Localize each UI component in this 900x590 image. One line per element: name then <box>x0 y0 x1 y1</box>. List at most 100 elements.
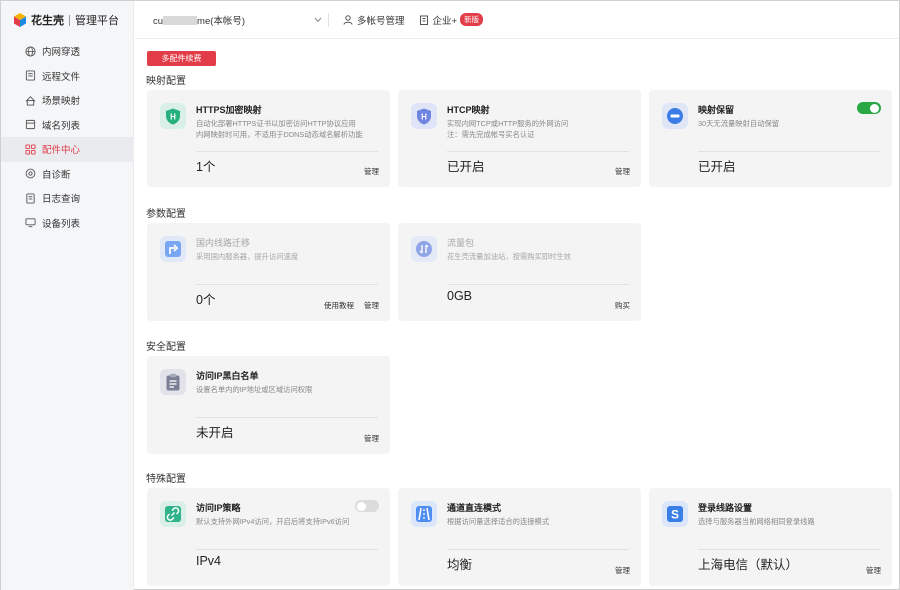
diagnose-icon <box>25 168 36 179</box>
sidebar-item-label: 日志查询 <box>42 194 81 206</box>
sidebar: 花生壳 管理平台 内网穿透 远程文件 场景映射 域名列表 配件中心 自诊断 日志… <box>1 1 134 590</box>
tutorial-link[interactable]: 使用教程 <box>324 300 354 311</box>
road-icon <box>411 501 437 527</box>
traffic-icon <box>411 236 437 262</box>
card-title: 国内线路迁移 <box>196 238 251 248</box>
clipboard-icon <box>160 369 186 395</box>
account-selector[interactable]: cu me(本帐号) <box>153 12 329 27</box>
sidebar-item-remote-files[interactable]: 远程文件 <box>1 64 133 89</box>
manage-link[interactable]: 管理 <box>364 300 379 311</box>
card-domestic-line: 国内线路迁移 采用国内服务器，提升访问速度 0个 使用教程 管理 <box>147 223 390 321</box>
sidebar-item-label: 自诊断 <box>42 169 71 181</box>
card-desc: 30天无流量映射自动保留 <box>698 119 780 128</box>
card-desc: 默认支持外网IPv4访问，开启后将支持IPv6访问 <box>196 517 350 526</box>
globe-icon <box>25 46 36 57</box>
manage-link[interactable]: 管理 <box>866 565 881 576</box>
card-value: 0GB <box>447 289 473 303</box>
card-divider <box>447 284 629 285</box>
card-divider <box>698 549 880 550</box>
card-divider <box>447 549 629 550</box>
card-login-line: S 登录线路设置 选择与服务器当前网络相同登录线路 上海电信（默认） 管理 <box>649 488 892 586</box>
route-arrow-icon <box>160 236 186 262</box>
svg-text:H: H <box>170 112 176 121</box>
sidebar-item-label: 配件中心 <box>42 145 81 157</box>
bulk-renew-button[interactable]: 多配件续费 <box>147 51 216 66</box>
manage-link[interactable]: 管理 <box>364 433 379 444</box>
manage-link[interactable]: 管理 <box>615 166 630 177</box>
card-channel-direct: 通道直连模式 根据访问量选择适合的连接模式 均衡 管理 <box>398 488 641 586</box>
card-desc: 自动化部署HTTPS证书以加密访问HTTP协议应用 内网映射时可用，不适用于DDN… <box>196 119 363 139</box>
card-title: HTCP映射 <box>447 105 490 115</box>
section-title-special: 特殊配置 <box>146 474 186 485</box>
scene-icon <box>25 95 36 106</box>
brand-name: 花生壳 <box>31 15 64 27</box>
server-s-icon: S <box>662 501 688 527</box>
logo-divider <box>69 14 70 26</box>
card-mapping-retain: 映射保留 30天无流量映射自动保留 已开启 <box>649 90 892 187</box>
sidebar-item-devices[interactable]: 设备列表 <box>1 211 133 236</box>
card-divider <box>447 151 629 152</box>
manage-link[interactable]: 管理 <box>615 565 630 576</box>
retain-icon <box>662 103 688 129</box>
file-icon <box>25 70 36 81</box>
card-value: 未开启 <box>196 426 234 440</box>
section-title-params: 参数配置 <box>146 209 186 220</box>
card-title: HTTPS加密映射 <box>196 105 262 115</box>
sidebar-item-label: 域名列表 <box>42 120 81 132</box>
card-value: 上海电信（默认） <box>698 558 799 572</box>
buy-link[interactable]: 购买 <box>615 300 630 311</box>
card-desc: 根据访问量选择适合的连接模式 <box>447 517 550 526</box>
toggle-knob <box>357 501 366 511</box>
multi-account-button[interactable]: 多帐号管理 <box>343 13 405 27</box>
app-logo[interactable]: 花生壳 管理平台 <box>1 1 133 39</box>
main-content: 多配件续费 映射配置 H HTTPS加密映射 自动化部署HTTPS证书以加密访问… <box>135 40 899 589</box>
svg-text:H: H <box>421 112 427 121</box>
toggle-knob <box>870 103 879 113</box>
card-divider <box>698 151 880 152</box>
sidebar-item-intranet[interactable]: 内网穿透 <box>1 39 133 64</box>
ipv6-toggle[interactable] <box>355 500 379 512</box>
card-title: 访问IP黑白名单 <box>196 371 259 381</box>
card-value: 1个 <box>196 160 216 174</box>
top-header: cu me(本帐号) 多帐号管理 企业+ 新版 <box>135 1 899 39</box>
new-badge: 新版 <box>460 13 484 26</box>
card-title: 访问IP策略 <box>196 503 241 513</box>
retain-toggle[interactable] <box>857 102 881 114</box>
multi-account-label: 多帐号管理 <box>357 15 405 27</box>
sidebar-item-accessories[interactable]: 配件中心 <box>1 137 133 162</box>
chevron-down-icon <box>314 17 322 22</box>
enterprise-button[interactable]: 企业+ 新版 <box>419 13 484 27</box>
card-divider <box>196 549 378 550</box>
card-title: 映射保留 <box>698 105 735 115</box>
card-https-mapping: H HTTPS加密映射 自动化部署HTTPS证书以加密访问HTTP协议应用 内网映… <box>147 90 390 187</box>
sidebar-item-domains[interactable]: 域名列表 <box>1 113 133 138</box>
sidebar-item-label: 场景映射 <box>42 96 81 108</box>
card-value: 已开启 <box>698 160 736 174</box>
section-title-security: 安全配置 <box>146 342 186 353</box>
card-title: 通道直连模式 <box>447 503 502 513</box>
grid-icon <box>25 144 36 155</box>
card-divider <box>196 417 378 418</box>
card-desc: 选择与服务器当前网络相同登录线路 <box>698 517 815 526</box>
card-value: 0个 <box>196 293 216 307</box>
sidebar-item-label: 内网穿透 <box>42 47 81 59</box>
card-desc: 设置名单内的IP地址或区域访问权限 <box>196 385 313 394</box>
manage-link[interactable]: 管理 <box>364 166 379 177</box>
card-value: 已开启 <box>447 160 485 174</box>
device-icon <box>25 218 36 228</box>
link-icon <box>160 501 186 527</box>
sidebar-item-logs[interactable]: 日志查询 <box>1 186 133 211</box>
building-icon <box>419 15 428 25</box>
enterprise-label: 企业+ <box>432 15 458 27</box>
card-desc: 实现内网TCP或HTTP服务的外网访问 注：需先完成帐号实名认证 <box>447 119 569 139</box>
shield-icon: H <box>160 103 186 129</box>
domain-list-icon <box>25 120 36 130</box>
card-ip-acl: 访问IP黑白名单 设置名单内的IP地址或区域访问权限 未开启 管理 <box>147 356 390 454</box>
card-value: IPv4 <box>196 554 222 568</box>
card-title: 登录线路设置 <box>698 503 753 513</box>
sidebar-item-diagnose[interactable]: 自诊断 <box>1 162 133 187</box>
sidebar-item-scene[interactable]: 场景映射 <box>1 88 133 113</box>
sidebar-item-label: 远程文件 <box>42 71 81 83</box>
masked-text <box>163 16 198 26</box>
card-desc: 花生壳流量加油站，按需购买即时生效 <box>447 252 572 261</box>
